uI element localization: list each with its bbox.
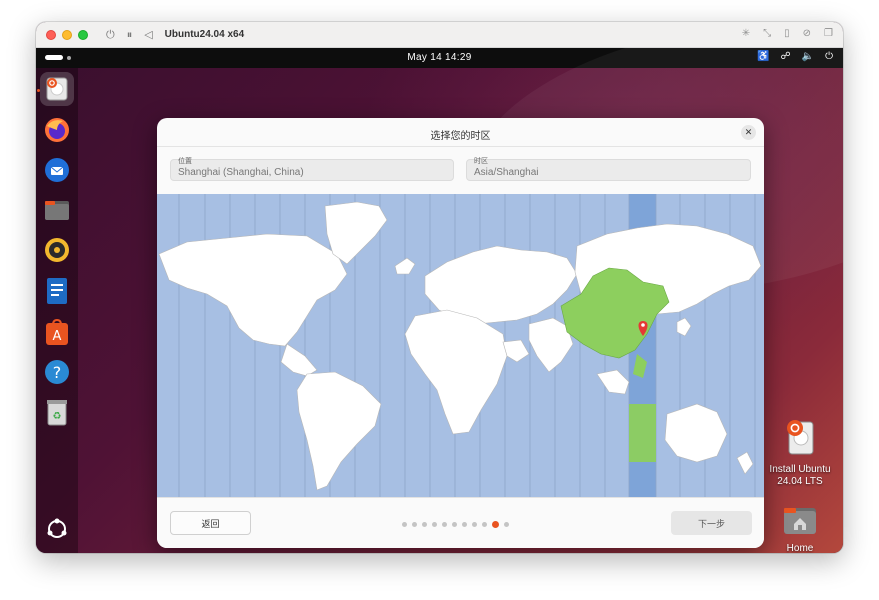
writer-icon[interactable]	[40, 274, 74, 308]
next-button[interactable]: 下一步	[671, 511, 752, 535]
svg-text:A: A	[53, 329, 62, 344]
vm-title: Ubuntu24.04 x64	[164, 29, 245, 40]
window-controls	[46, 29, 88, 40]
thunderbird-icon[interactable]	[40, 153, 74, 187]
install-label-line1: Install Ubuntu	[769, 464, 831, 475]
desktop: A ? ♻ Install Ubuntu 24.04 LTS Home 选择您的…	[36, 22, 843, 553]
vm-controls: ⏻ ⏸ ◁	[106, 28, 153, 42]
dock: A ? ♻	[36, 68, 78, 553]
progress-dot	[412, 522, 417, 527]
back-button[interactable]: 返回	[170, 511, 251, 535]
app-center-icon[interactable]: A	[40, 315, 74, 349]
install-ubuntu-desktop-icon[interactable]: Install Ubuntu 24.04 LTS	[765, 418, 835, 488]
trash-icon[interactable]: ♻	[40, 395, 74, 429]
progress-dot	[432, 522, 437, 527]
files-icon[interactable]	[40, 193, 74, 227]
power-icon[interactable]: ⏻	[106, 28, 115, 42]
home-label: Home	[786, 543, 814, 553]
close-icon: ✕	[744, 127, 753, 138]
progress-dot	[452, 522, 457, 527]
location-label: 位置	[178, 157, 192, 165]
help-icon[interactable]: ?	[40, 355, 74, 389]
minimize-window-button[interactable]	[62, 29, 72, 40]
installer-icon	[765, 418, 835, 460]
timezone-field[interactable]: 时区 Asia/Shanghai	[466, 157, 751, 181]
progress-dot	[462, 522, 467, 527]
home-desktop-icon[interactable]: Home	[765, 505, 835, 553]
ubuntu-grid-icon[interactable]	[40, 512, 74, 546]
timezone-label: 时区	[474, 157, 488, 165]
rhythmbox-icon[interactable]	[40, 233, 74, 267]
svg-text:?: ?	[53, 363, 62, 382]
progress-dot	[442, 522, 447, 527]
dialog-title: 选择您的时区	[430, 131, 491, 142]
installer-icon[interactable]	[40, 72, 74, 106]
progress-dots	[402, 521, 509, 528]
vm-window: ⏻ ⏸ ◁ Ubuntu24.04 x64 ✳ ⤡ ▯ ⊘ ❐ May 14 1…	[36, 22, 843, 553]
svg-text:♻: ♻	[53, 411, 62, 422]
progress-dot-current	[492, 521, 499, 528]
progress-dot	[482, 522, 487, 527]
timezone-value[interactable]: Asia/Shanghai	[474, 167, 539, 178]
progress-dot	[402, 522, 407, 527]
location-value[interactable]: Shanghai (Shanghai, China)	[178, 167, 304, 178]
install-label-line2: 24.04 LTS	[777, 476, 823, 487]
progress-dot	[472, 522, 477, 527]
world-landmass	[158, 201, 762, 491]
home-folder-icon	[765, 505, 835, 539]
zoom-window-button[interactable]	[78, 29, 88, 40]
pause-icon[interactable]: ⏸	[127, 28, 133, 42]
location-field[interactable]: 位置 Shanghai (Shanghai, China)	[170, 157, 454, 181]
close-dialog-button[interactable]: ✕	[741, 125, 756, 140]
dialog-footer: 返回 下一步	[157, 497, 764, 548]
timezone-dialog: 选择您的时区 ✕ 位置 Shanghai (Shanghai, China) 时…	[157, 118, 764, 548]
firefox-icon[interactable]	[40, 113, 74, 147]
dialog-header: 选择您的时区 ✕	[157, 118, 764, 147]
selected-zone-australia	[629, 404, 656, 462]
back-triangle-icon[interactable]: ◁	[144, 28, 152, 42]
progress-dot	[422, 522, 427, 527]
progress-dot	[504, 522, 509, 527]
timezone-map[interactable]	[157, 194, 764, 497]
close-window-button[interactable]	[46, 29, 56, 40]
